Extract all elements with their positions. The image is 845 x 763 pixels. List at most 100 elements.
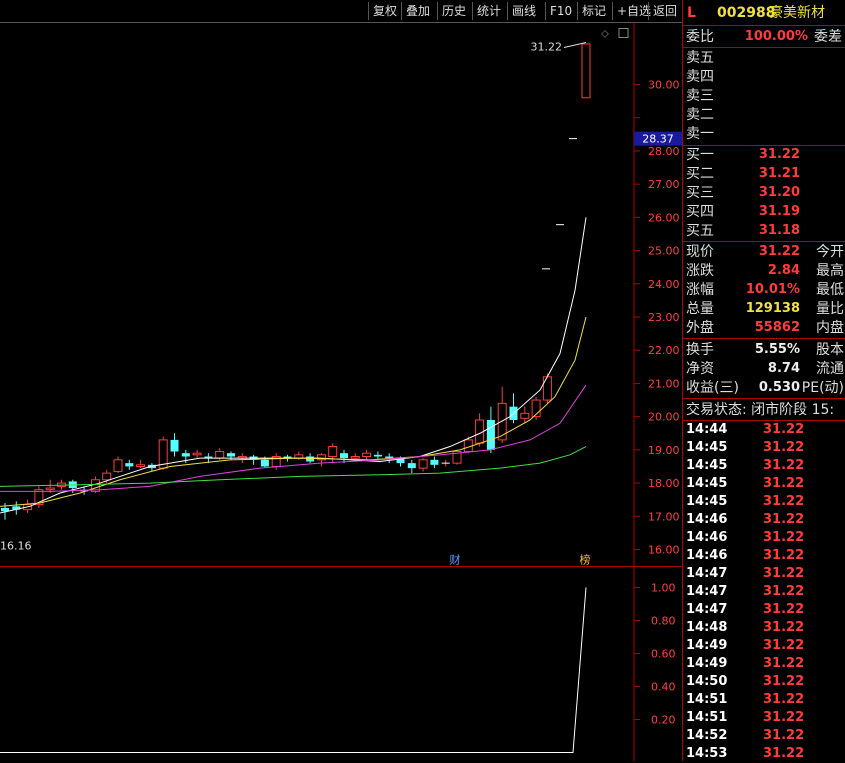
candle-body (430, 459, 439, 465)
quote-row: 外盘 55862 内盘 (683, 319, 845, 337)
ask-row[interactable]: 卖五 (683, 49, 845, 67)
candle-body (215, 451, 225, 459)
tick-time: 14:49 (686, 638, 728, 653)
candle-body (227, 453, 235, 457)
bid-label: 买五 (686, 223, 714, 239)
tick-row: 14:49 31.22 (683, 655, 845, 673)
ask-label: 卖三 (686, 88, 714, 104)
tick-price: 31.22 (763, 584, 805, 599)
candle-body (418, 459, 428, 469)
candle-body (260, 459, 269, 467)
volume-line (0, 587, 587, 753)
stock-flag: L (687, 5, 696, 21)
volume-axis-label: 0.20 (651, 714, 676, 727)
bid-price: 31.21 (758, 166, 800, 181)
tick-row: 14:48 31.22 (683, 619, 845, 637)
tick-time: 14:45 (686, 458, 728, 473)
tick-price: 31.22 (763, 494, 805, 509)
quote-label: 涨跌 (686, 263, 714, 279)
toolbar-button[interactable]: 历史 (437, 2, 470, 20)
tick-price: 31.22 (763, 656, 805, 671)
toolbar-button[interactable]: 叠加 (401, 2, 434, 20)
low-price-label: 16.16 (0, 540, 32, 553)
candle-body (520, 412, 530, 419)
toolbar-button[interactable]: 画线 (507, 2, 540, 20)
tick-time: 14:46 (686, 530, 728, 545)
candle-body (486, 419, 495, 450)
tick-time: 14:47 (686, 584, 728, 599)
toolbar-button[interactable]: 标记 (577, 2, 610, 20)
toolbar-button[interactable]: 返回 (648, 2, 681, 20)
toolbar-button[interactable]: F10 (545, 2, 576, 20)
quote-value: 31.22 (758, 244, 800, 259)
tick-time: 14:50 (686, 674, 728, 689)
quote-label-2: 最高 (816, 263, 844, 279)
candle-body (45, 487, 55, 491)
quote-value: 2.84 (767, 263, 800, 278)
tick-price: 31.22 (763, 710, 805, 725)
candle-body (581, 43, 591, 99)
ask-row[interactable]: 卖三 (683, 87, 845, 105)
price-axis-label: 17.00 (648, 510, 680, 523)
tick-time: 14:48 (686, 620, 728, 635)
ask-row[interactable]: 卖四 (683, 68, 845, 86)
candle-body (170, 439, 179, 452)
quote-label: 收益(三) (686, 380, 739, 396)
kline-chart[interactable]: 30.00 28.00 27.00 26.00 25.00 24.00 23.00 22.00… (0, 22, 682, 762)
tick-time: 14:47 (686, 566, 728, 581)
stock-name: 豪美新材 (769, 5, 825, 21)
candle-body (192, 452, 202, 456)
diamond-icon: ◇ (601, 29, 609, 40)
tick-time: 14:53 (686, 746, 728, 761)
candle-body (350, 456, 360, 459)
tick-row: 14:45 31.22 (683, 493, 845, 511)
tick-time: 14:45 (686, 494, 728, 509)
tick-time: 14:51 (686, 710, 728, 725)
tick-row: 14:47 31.22 (683, 583, 845, 601)
bid-row[interactable]: 买四 31.19 (683, 203, 845, 221)
ask-row[interactable]: 卖二 (683, 106, 845, 124)
quote-label-2: 最低 (816, 282, 844, 298)
tick-price: 31.22 (763, 548, 805, 563)
finance-marker: 财 (450, 553, 461, 567)
tick-price: 31.22 (763, 530, 805, 545)
candle-body (136, 464, 146, 467)
price-axis-label: 22.00 (648, 344, 680, 357)
tick-row: 14:46 31.22 (683, 547, 845, 565)
quote-value: 129138 (745, 301, 800, 316)
bid-price: 31.22 (758, 147, 800, 162)
quote-label-2: PE(动) (801, 380, 844, 396)
ranking-marker: 榜 (580, 553, 591, 567)
quote-row: 涨跌 2.84 最高 (683, 262, 845, 280)
candle-body (113, 459, 123, 472)
bid-price: 31.20 (758, 185, 800, 200)
bid-row[interactable]: 买二 31.21 (683, 165, 845, 183)
tick-time: 14:44 (686, 422, 728, 437)
quote-label-2: 内盘 (816, 320, 844, 336)
quote-label: 换手 (686, 342, 714, 358)
tick-time: 14:46 (686, 548, 728, 563)
price-axis-label: 24.00 (648, 278, 680, 291)
current-price-label: 28.37 (642, 133, 674, 146)
tick-row: 14:45 31.22 (683, 475, 845, 493)
bid-row[interactable]: 买一 31.22 (683, 146, 845, 164)
quote-label: 涨幅 (686, 282, 714, 298)
volume-axis-label: 1.00 (651, 582, 676, 595)
bid-row[interactable]: 买三 31.20 (683, 184, 845, 202)
quote-label: 净资 (686, 361, 714, 377)
tick-price: 31.22 (763, 746, 805, 761)
toolbar-button[interactable]: 复权 (368, 2, 401, 20)
tick-row: 14:47 31.22 (683, 601, 845, 619)
tick-time: 14:52 (686, 728, 728, 743)
volume-axis-label: 0.40 (651, 681, 676, 694)
ask-label: 卖五 (686, 50, 714, 66)
bid-row[interactable]: 买五 31.18 (683, 222, 845, 240)
tick-row: 14:53 31.22 (683, 745, 845, 763)
toolbar-button[interactable]: 统计 (472, 2, 505, 20)
ask-row[interactable]: 卖一 (683, 125, 845, 143)
quote-row: 净资 8.74 流通 (683, 360, 845, 378)
bid-price: 31.19 (758, 204, 800, 219)
weibi-value: 100.00% (744, 29, 808, 44)
tick-price: 31.22 (763, 458, 805, 473)
quote-label: 现价 (686, 244, 714, 260)
